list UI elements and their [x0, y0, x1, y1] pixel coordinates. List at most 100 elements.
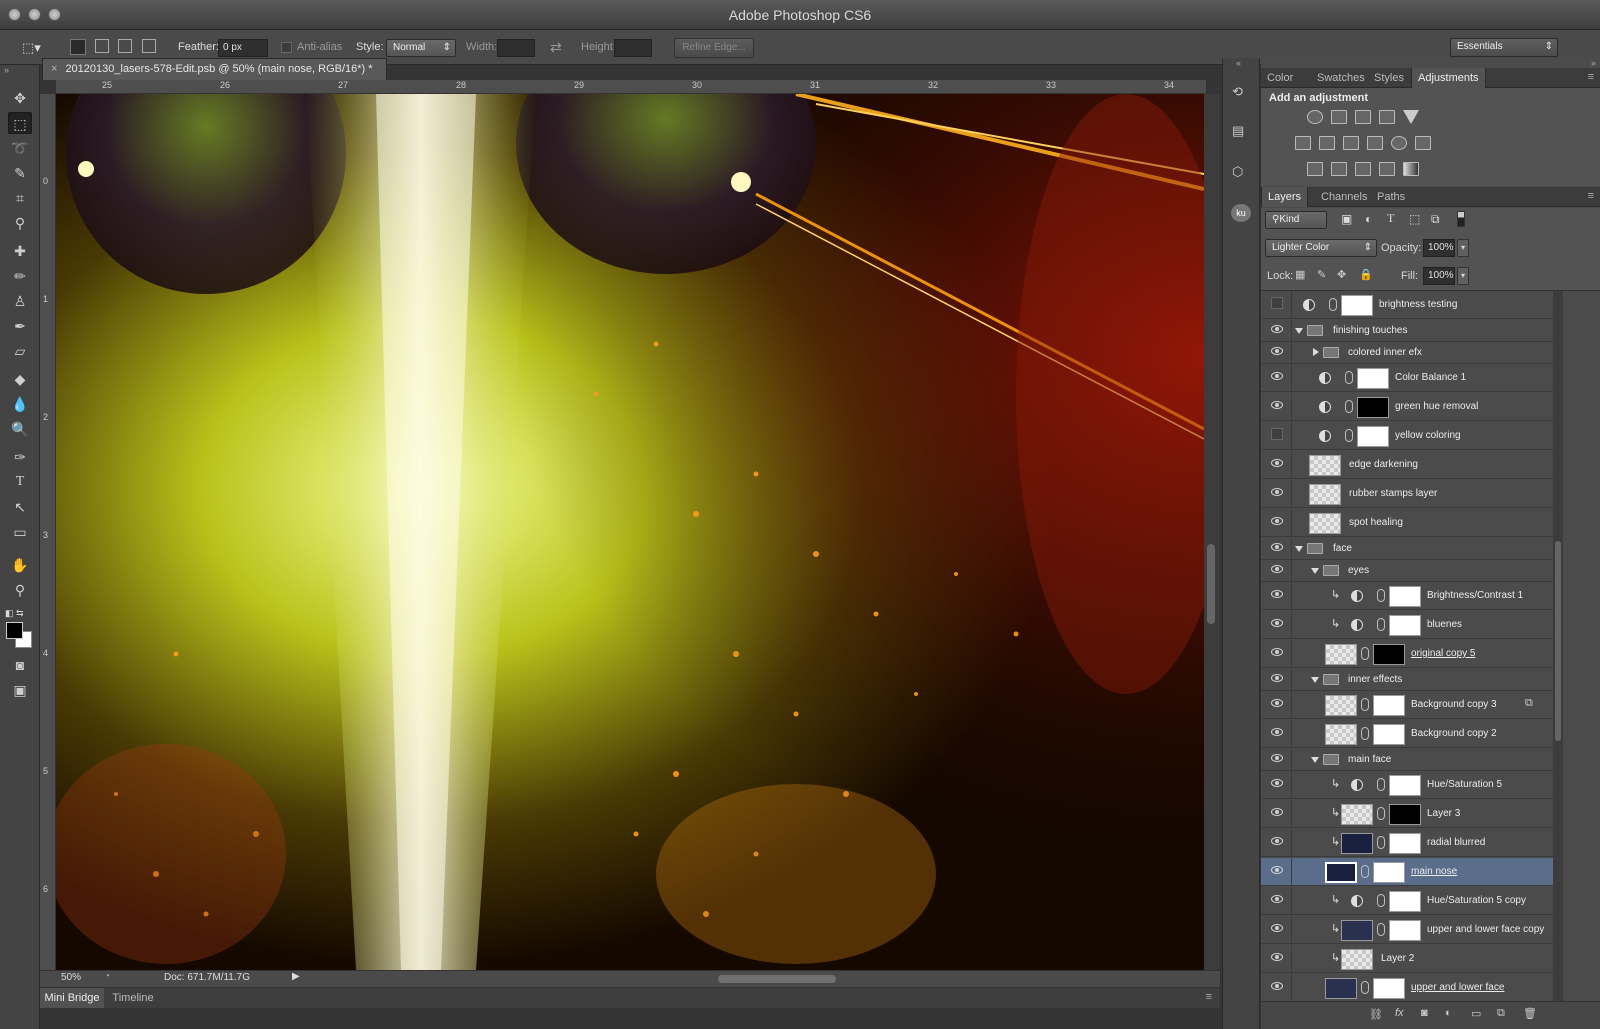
close-window-button[interactable] [8, 8, 21, 21]
layer-row[interactable]: ↳ radial blurred [1261, 829, 1553, 857]
tab-mini-bridge[interactable]: Mini Bridge [40, 988, 104, 1008]
expand-triangle-icon[interactable] [1295, 328, 1303, 334]
smart-object-filter-icon[interactable]: ⧉ [1431, 212, 1440, 227]
fx-icon[interactable]: fx [1395, 1007, 1404, 1019]
opacity-arrow-icon[interactable]: ▾ [1457, 239, 1469, 257]
eye-icon[interactable] [1271, 648, 1283, 656]
link-icon[interactable] [1345, 371, 1353, 384]
layer-thumbnail[interactable] [1309, 455, 1341, 476]
brush-tool-icon[interactable]: ✏ [8, 265, 32, 287]
eye-icon[interactable] [1271, 517, 1283, 525]
link-icon[interactable] [1377, 589, 1385, 602]
new-adjustment-icon[interactable]: ◐ [1445, 1007, 1452, 1019]
layer-mask-thumbnail[interactable] [1373, 724, 1405, 745]
hue-saturation-icon[interactable] [1295, 136, 1311, 150]
layer-group-row[interactable]: colored inner efx [1261, 342, 1553, 364]
hand-tool-icon[interactable]: ✋ [8, 554, 32, 576]
eye-icon[interactable] [1271, 837, 1283, 845]
eye-icon[interactable] [1271, 674, 1283, 682]
eye-icon[interactable] [1271, 619, 1283, 627]
link-icon[interactable] [1377, 836, 1385, 849]
layer-row-selected[interactable]: main nose [1261, 858, 1553, 886]
layer-mask-thumbnail[interactable] [1373, 862, 1405, 883]
smart-filter-icon[interactable]: ⧉ [1525, 697, 1533, 710]
layer-mask-thumbnail[interactable] [1357, 426, 1389, 447]
intersect-selection-icon[interactable] [142, 39, 156, 53]
layer-mask-thumbnail[interactable] [1373, 978, 1405, 999]
feather-input[interactable]: 0 px [218, 39, 268, 57]
style-dropdown[interactable]: Normal ⇕ [386, 39, 456, 57]
shape-filter-icon[interactable]: ⬚ [1409, 212, 1420, 226]
layer-mask-thumbnail[interactable] [1373, 644, 1405, 665]
eye-icon[interactable] [1271, 347, 1283, 355]
eye-icon[interactable] [1271, 895, 1283, 903]
layer-mask-thumbnail[interactable] [1389, 775, 1421, 796]
eye-icon[interactable] [1271, 699, 1283, 707]
fill-arrow-icon[interactable]: ▾ [1457, 267, 1469, 285]
layer-mask-thumbnail[interactable] [1373, 695, 1405, 716]
layer-group-row[interactable]: main face [1261, 749, 1553, 771]
blend-mode-dropdown[interactable]: Lighter Color ⇕ [1265, 239, 1377, 257]
link-icon[interactable] [1361, 698, 1369, 711]
scroll-thumb[interactable] [1555, 541, 1561, 741]
layer-mask-thumbnail[interactable] [1357, 368, 1389, 389]
curves-icon[interactable] [1355, 110, 1371, 124]
panel-menu-icon[interactable]: ≡ [1588, 190, 1594, 202]
delete-layer-icon[interactable]: 🗑 [1523, 1007, 1537, 1020]
layer-thumbnail[interactable] [1341, 804, 1373, 825]
height-input[interactable] [614, 39, 652, 57]
healing-brush-icon[interactable]: ✚ [8, 240, 32, 262]
history-brush-icon[interactable]: ✒ [8, 315, 32, 337]
kuler-icon[interactable]: ku [1231, 204, 1251, 222]
layer-thumbnail[interactable] [1325, 978, 1357, 999]
link-icon[interactable] [1345, 400, 1353, 413]
eye-icon[interactable] [1271, 325, 1283, 333]
new-layer-icon[interactable]: ⧉ [1497, 1007, 1505, 1020]
lock-all-icon[interactable]: 🔒 [1359, 268, 1373, 281]
layer-row[interactable]: spot healing [1261, 509, 1553, 537]
refine-edge-button[interactable]: Refine Edge... [674, 38, 754, 58]
layer-row[interactable]: ↳ Brightness/Contrast 1 [1261, 582, 1553, 610]
layer-thumbnail[interactable] [1325, 862, 1357, 883]
eye-icon[interactable] [1271, 488, 1283, 496]
layer-mask-thumbnail[interactable] [1389, 804, 1421, 825]
color-lookup-icon[interactable] [1415, 136, 1431, 150]
tab-timeline[interactable]: Timeline [106, 988, 160, 1008]
black-white-icon[interactable] [1343, 136, 1359, 150]
layer-row[interactable]: ↳ Layer 2 [1261, 945, 1553, 973]
layer-row[interactable]: green hue removal [1261, 393, 1553, 421]
layer-thumbnail[interactable] [1325, 695, 1357, 716]
link-icon[interactable] [1361, 981, 1369, 994]
color-balance-icon[interactable] [1319, 136, 1335, 150]
eyedropper-tool-icon[interactable]: ⚲ [8, 212, 32, 234]
link-icon[interactable] [1377, 923, 1385, 936]
layer-group-row[interactable]: eyes [1261, 560, 1553, 582]
layer-row[interactable]: Background copy 3 ⧉ [1261, 691, 1553, 719]
horizontal-scroll-thumb[interactable] [718, 975, 836, 983]
layer-group-row[interactable]: finishing touches [1261, 320, 1553, 342]
layer-row[interactable]: ↳ Layer 3 [1261, 800, 1553, 828]
add-mask-icon[interactable]: ◙ [1421, 1007, 1428, 1019]
eye-icon[interactable] [1271, 543, 1283, 551]
eye-icon[interactable] [1271, 728, 1283, 736]
expand-icon[interactable]: « [1236, 58, 1241, 68]
posterize-icon[interactable] [1331, 162, 1347, 176]
tab-paths[interactable]: Paths [1371, 187, 1411, 207]
quick-mask-icon[interactable]: ◙ [8, 654, 32, 676]
threshold-icon[interactable] [1355, 162, 1371, 176]
layers-scrollbar[interactable] [1553, 291, 1563, 1001]
history-icon[interactable]: ⟲ [1232, 84, 1252, 102]
layer-row[interactable]: edge darkening [1261, 451, 1553, 479]
panel-menu-icon[interactable]: ≡ [1588, 71, 1594, 83]
brightness-contrast-icon[interactable] [1307, 110, 1323, 124]
fill-input[interactable]: 100% [1423, 267, 1455, 285]
expand-triangle-icon[interactable] [1311, 677, 1319, 683]
link-layers-icon[interactable]: ⛓ [1369, 1008, 1383, 1021]
eye-icon[interactable] [1271, 401, 1283, 409]
layer-row[interactable]: ↳ Hue/Saturation 5 [1261, 771, 1553, 799]
tab-color[interactable]: Color [1261, 68, 1299, 88]
lock-pixels-icon[interactable]: ✎ [1317, 268, 1326, 281]
layer-row[interactable]: upper and lower face [1261, 974, 1553, 1001]
link-icon[interactable] [1377, 894, 1385, 907]
antialias-checkbox[interactable] [281, 42, 292, 53]
